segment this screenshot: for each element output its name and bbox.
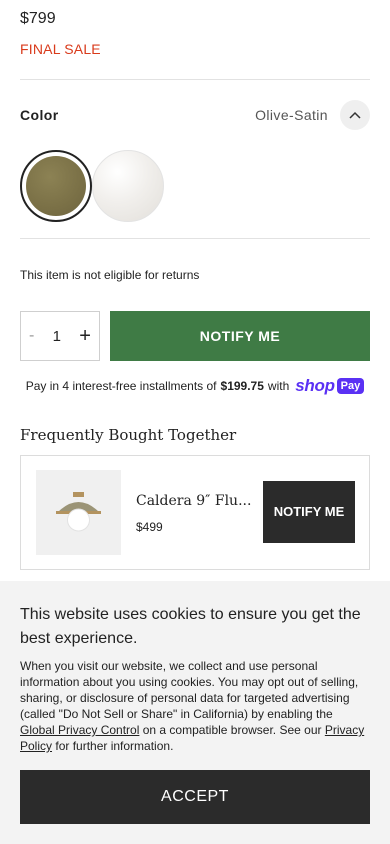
- divider: [20, 238, 370, 239]
- global-privacy-control-link[interactable]: Global Privacy Control: [20, 723, 139, 737]
- accept-cookies-button[interactable]: ACCEPT: [20, 770, 370, 824]
- notify-me-small-button[interactable]: NOTIFY ME: [263, 481, 355, 543]
- cookie-body-text-3: for further information.: [55, 739, 174, 753]
- divider: [20, 79, 370, 80]
- swatch-satin[interactable]: [92, 150, 164, 222]
- notify-me-button[interactable]: NOTIFY ME: [110, 311, 370, 361]
- cookie-body-text-2: on a compatible browser. See our: [142, 723, 322, 737]
- color-collapse-button[interactable]: [340, 100, 370, 130]
- chevron-up-icon: [349, 106, 361, 124]
- color-label: Color: [20, 107, 59, 123]
- cookie-title: This website uses cookies to ensure you …: [20, 606, 361, 647]
- swatch-olive[interactable]: [20, 150, 92, 222]
- quantity-value[interactable]: 1: [53, 328, 61, 345]
- final-sale-badge: FINAL SALE: [20, 41, 101, 57]
- quantity-stepper: - 1 +: [20, 311, 100, 361]
- returns-note: This item is not eligible for returns: [20, 268, 200, 282]
- product-card-price: $499: [136, 520, 163, 534]
- selected-color-value: Olive-Satin: [255, 107, 328, 123]
- product-price: $799: [20, 10, 56, 27]
- installments-suffix: with: [267, 379, 290, 393]
- shop-pay-wordmark: shop: [295, 376, 335, 395]
- cookie-banner: This website uses cookies to ensure you …: [0, 581, 390, 844]
- shop-pay-badge: Pay: [336, 378, 365, 394]
- quantity-increase-button[interactable]: +: [79, 325, 91, 348]
- installments-message: Pay in 4 interest-free installments of $…: [20, 376, 370, 396]
- installments-amount: $199.75: [220, 379, 264, 393]
- cookie-body: When you visit our website, we collect a…: [20, 658, 370, 754]
- installments-prefix: Pay in 4 interest-free installments of: [25, 379, 217, 393]
- product-card: Caldera 9″ Flu... $499 NOTIFY ME: [20, 455, 370, 570]
- swatch-olive-fill: [26, 156, 86, 216]
- product-name[interactable]: Caldera 9″ Flu...: [136, 493, 251, 509]
- shop-pay-logo[interactable]: shop Pay: [295, 376, 365, 396]
- cookie-body-text-1: When you visit our website, we collect a…: [20, 659, 359, 721]
- quantity-decrease-button[interactable]: -: [29, 327, 34, 345]
- product-thumbnail[interactable]: [36, 470, 121, 555]
- frequently-bought-title: Frequently Bought Together: [20, 426, 237, 444]
- ceiling-lamp-image: [56, 492, 101, 532]
